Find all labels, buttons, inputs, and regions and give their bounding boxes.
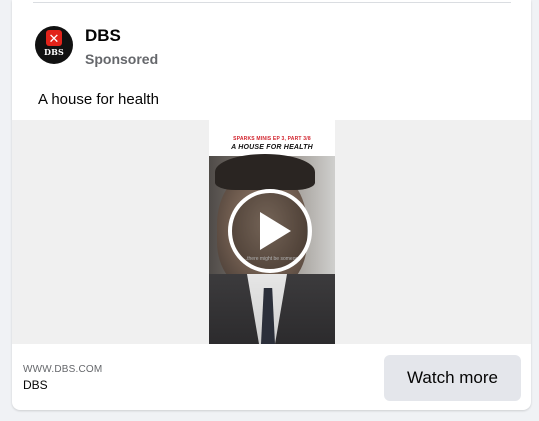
- watch-more-button[interactable]: Watch more: [384, 355, 521, 401]
- page-name[interactable]: DBS: [85, 26, 121, 46]
- play-icon[interactable]: [227, 188, 313, 274]
- sponsored-label: Sponsored: [85, 51, 159, 67]
- post-text: A house for health: [38, 91, 159, 108]
- link-footer[interactable]: WWW.DBS.COM DBS Watch more: [12, 344, 531, 410]
- link-title: DBS: [23, 378, 48, 392]
- video-banner-title: A HOUSE FOR HEALTH: [231, 144, 313, 151]
- avatar[interactable]: ✕ DBS: [35, 26, 73, 64]
- link-domain: WWW.DBS.COM: [23, 364, 103, 375]
- video-banner-kicker: SPARKS MINIS EP 3, PART 3/8: [233, 136, 311, 142]
- sponsored-post-card: ✕ DBS DBS Sponsored A house for health S…: [12, 0, 531, 410]
- post-header: ✕ DBS DBS Sponsored: [35, 26, 495, 67]
- video-thumbnail[interactable]: SPARKS MINIS EP 3, PART 3/8 A HOUSE FOR …: [209, 120, 335, 344]
- avatar-brand-text: DBS: [43, 47, 65, 57]
- media-area: SPARKS MINIS EP 3, PART 3/8 A HOUSE FOR …: [12, 120, 531, 344]
- divider: [33, 2, 511, 3]
- video-banner: SPARKS MINIS EP 3, PART 3/8 A HOUSE FOR …: [209, 120, 335, 156]
- dbs-logo-icon: ✕: [46, 30, 62, 46]
- person-hair: [215, 154, 315, 190]
